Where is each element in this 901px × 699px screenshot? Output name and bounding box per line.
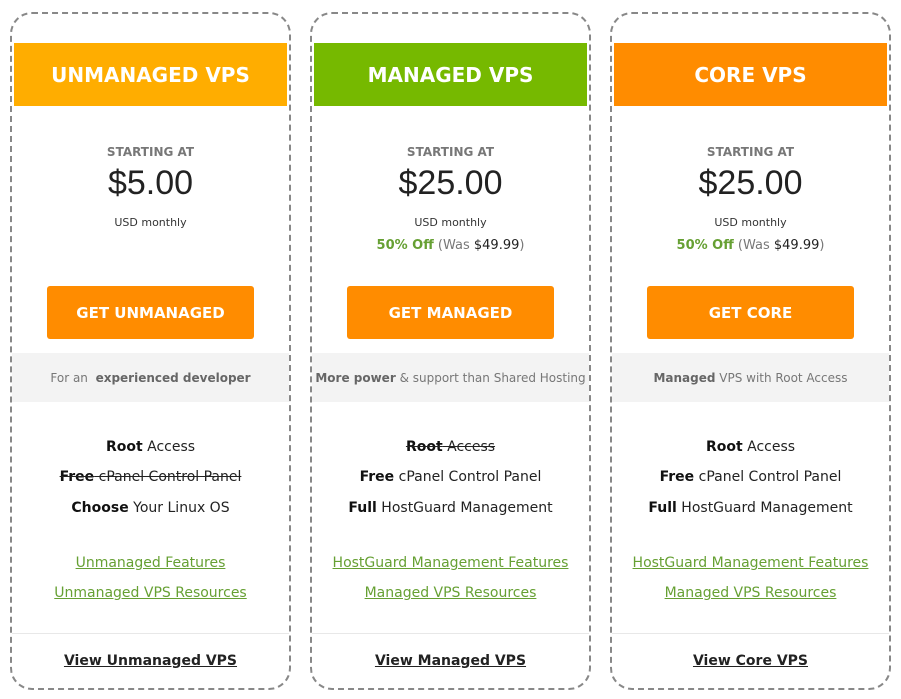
tagline-bold: Managed	[653, 370, 716, 385]
managed-resources-link[interactable]: Managed VPS Resources	[665, 585, 837, 601]
managed-resources-link[interactable]: Managed VPS Resources	[365, 585, 537, 601]
plan-price: $5.00	[107, 164, 194, 202]
unmanaged-features-link[interactable]: Unmanaged Features	[76, 555, 226, 571]
starting-at-label: STARTING AT	[706, 145, 795, 159]
feature-text: HostGuard Management	[676, 500, 853, 516]
feature-linux-os: Choose Your Linux OS	[12, 500, 289, 516]
feature-text: Your Linux OS	[128, 500, 230, 516]
feature-bold: Root	[405, 439, 443, 455]
feature-text: Access	[742, 439, 796, 455]
was-pre: (Was	[433, 238, 474, 253]
was-post: )	[819, 238, 825, 253]
hostguard-features-link[interactable]: HostGuard Management Features	[333, 555, 569, 571]
starting-at-label: STARTING AT	[406, 145, 495, 159]
view-core-vps-link[interactable]: View Core VPS	[693, 653, 808, 669]
was-pre: (Was	[733, 238, 774, 253]
feature-text: cPanel Control Panel	[94, 469, 242, 485]
plan-header: CORE VPS	[614, 43, 887, 106]
feature-bold: Root	[705, 439, 743, 455]
feature-bold: Root	[105, 439, 143, 455]
discount-off: 50% Off	[676, 238, 734, 253]
feature-bold: Free	[659, 469, 695, 485]
feature-text: Access	[442, 439, 496, 455]
feature-root-access: Root Access	[312, 439, 589, 455]
discount-info: 50% Off (Was $49.99)	[312, 238, 589, 253]
plan-title: CORE VPS	[694, 62, 807, 87]
get-unmanaged-button[interactable]: GET UNMANAGED	[47, 286, 254, 339]
plan-tagline: For an experienced developer	[12, 353, 289, 402]
divider	[12, 633, 289, 634]
discount-info: 50% Off (Was $49.99)	[612, 238, 889, 253]
divider	[612, 633, 889, 634]
unmanaged-resources-link[interactable]: Unmanaged VPS Resources	[54, 585, 246, 601]
price-period: USD monthly	[414, 216, 487, 229]
price-period: USD monthly	[714, 216, 787, 229]
tagline-post: VPS with Root Access	[715, 370, 848, 385]
feature-bold: Choose	[71, 500, 129, 516]
price-period: USD monthly	[114, 216, 187, 229]
tagline-bold: experienced developer	[95, 370, 251, 385]
feature-text: cPanel Control Panel	[694, 469, 842, 485]
tagline-post: & support than Shared Hosting	[395, 370, 586, 385]
starting-at-label: STARTING AT	[106, 145, 195, 159]
plan-tagline: More power & support than Shared Hosting	[312, 353, 589, 402]
tagline-bold: More power	[315, 370, 396, 385]
plan-price: $25.00	[698, 164, 803, 202]
get-core-button[interactable]: GET CORE	[647, 286, 854, 339]
feature-root-access: Root Access	[612, 439, 889, 455]
feature-bold: Free	[59, 469, 95, 485]
view-unmanaged-vps-link[interactable]: View Unmanaged VPS	[64, 653, 237, 669]
discount-off: 50% Off	[376, 238, 434, 253]
feature-root-access: Root Access	[12, 439, 289, 455]
tagline-pre: For an	[50, 370, 92, 385]
feature-text: HostGuard Management	[376, 500, 553, 516]
view-managed-vps-link[interactable]: View Managed VPS	[375, 653, 526, 669]
plan-title: UNMANAGED VPS	[51, 62, 250, 87]
feature-bold: Full	[348, 500, 377, 516]
plan-price: $25.00	[398, 164, 503, 202]
plan-header: UNMANAGED VPS	[14, 43, 287, 106]
plan-card-unmanaged: UNMANAGED VPS STARTING AT $5.00 USD mont…	[10, 12, 291, 690]
plan-title: MANAGED VPS	[367, 62, 534, 87]
feature-cpanel: Free cPanel Control Panel	[12, 469, 289, 485]
feature-hostguard: Full HostGuard Management	[312, 500, 589, 516]
plan-tagline: Managed VPS with Root Access	[612, 353, 889, 402]
was-price: $49.99	[473, 238, 520, 253]
feature-text: Access	[142, 439, 196, 455]
feature-cpanel: Free cPanel Control Panel	[612, 469, 889, 485]
plan-card-core: CORE VPS STARTING AT $25.00 USD monthly …	[610, 12, 891, 690]
plan-card-managed: MANAGED VPS STARTING AT $25.00 USD month…	[310, 12, 591, 690]
divider	[312, 633, 589, 634]
get-managed-button[interactable]: GET MANAGED	[347, 286, 554, 339]
feature-bold: Free	[359, 469, 395, 485]
plan-header: MANAGED VPS	[314, 43, 587, 106]
feature-cpanel: Free cPanel Control Panel	[312, 469, 589, 485]
feature-text: cPanel Control Panel	[394, 469, 542, 485]
feature-hostguard: Full HostGuard Management	[612, 500, 889, 516]
was-post: )	[519, 238, 525, 253]
was-price: $49.99	[773, 238, 820, 253]
hostguard-features-link[interactable]: HostGuard Management Features	[633, 555, 869, 571]
feature-bold: Full	[648, 500, 677, 516]
